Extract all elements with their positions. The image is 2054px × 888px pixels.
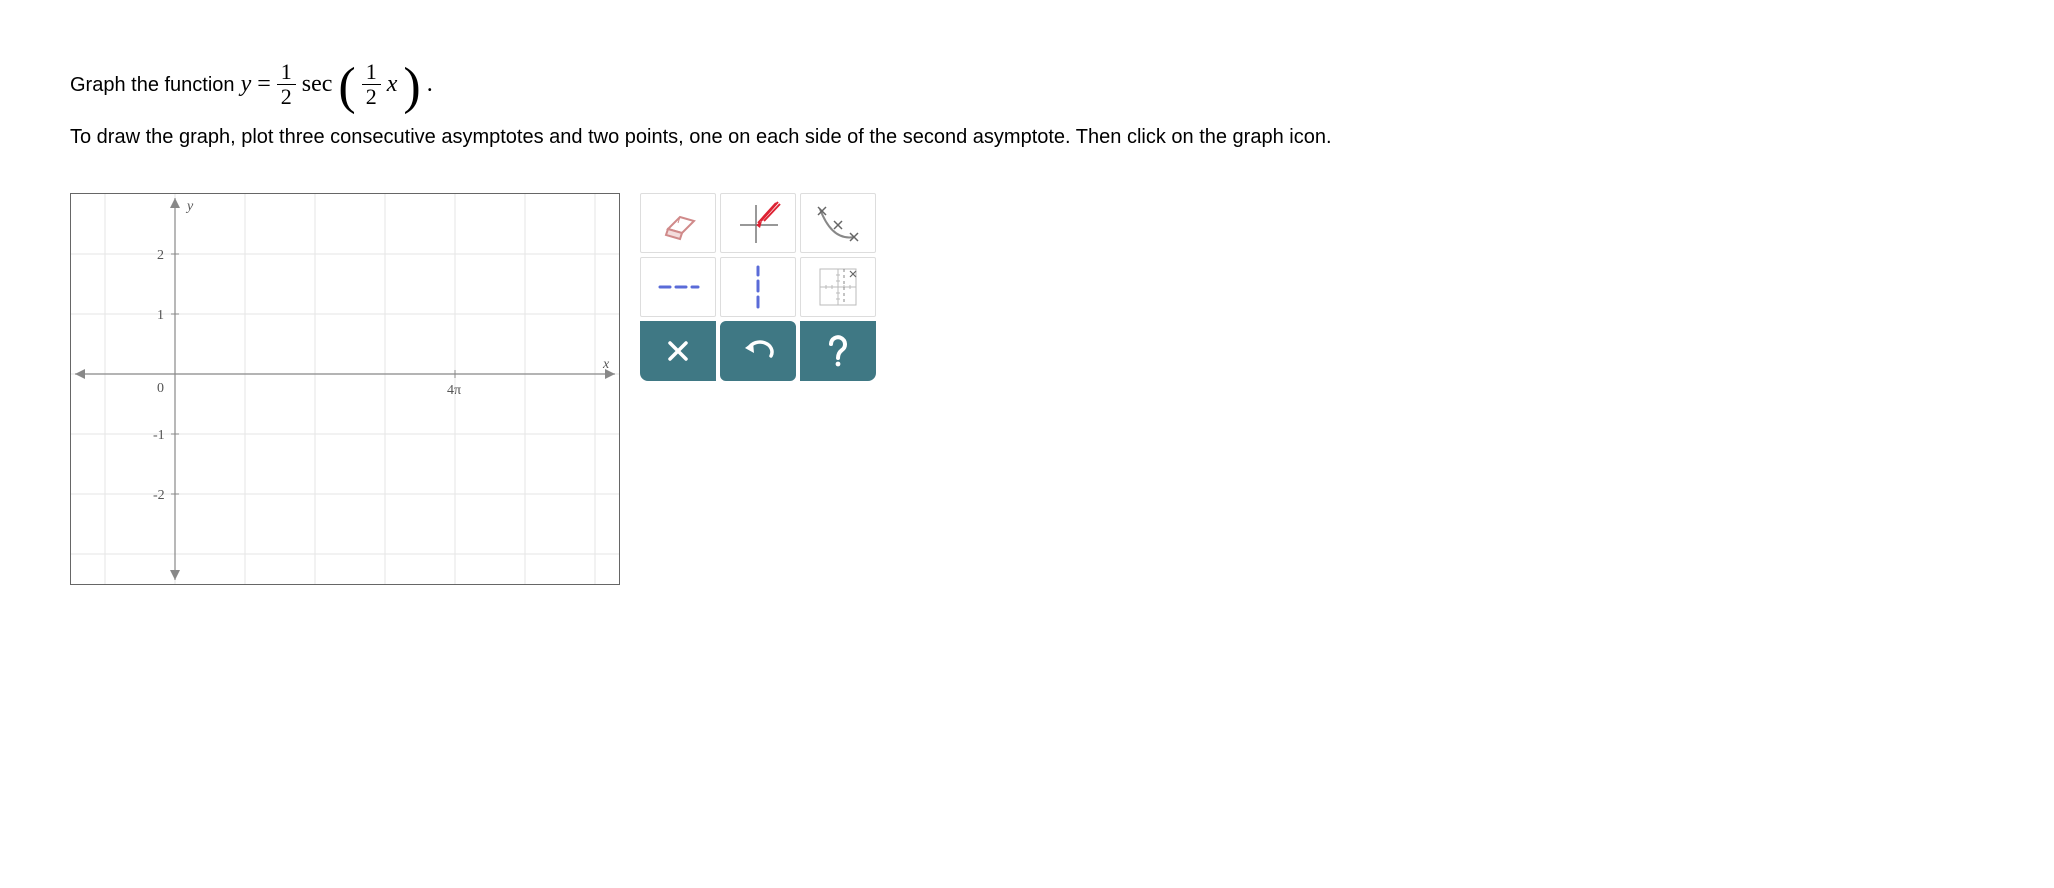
function-name: sec [302, 65, 333, 103]
horizontal-asymptote-icon [654, 277, 702, 297]
work-area: y x 2 1 0 -1 -2 4π [70, 193, 1984, 585]
coefficient-fraction: 1 2 [277, 60, 296, 109]
right-paren: ) [403, 69, 420, 105]
period: . [427, 65, 433, 103]
y-tick-2: 2 [157, 248, 164, 263]
equals-sign: = [257, 65, 271, 103]
y-tick-neg1: -1 [153, 428, 165, 443]
question-prefix: Graph the function [70, 69, 235, 101]
graph-curve-tool[interactable] [800, 257, 876, 317]
y-tick-1: 1 [157, 308, 164, 323]
eraser-tool[interactable] [640, 193, 716, 253]
eraser-icon [654, 203, 702, 243]
arg-denominator: 2 [362, 84, 381, 109]
pencil-tool[interactable] [720, 193, 796, 253]
argument-fraction: 1 2 [362, 60, 381, 109]
vertical-asymptote-tool[interactable] [720, 257, 796, 317]
coeff-denominator: 2 [277, 84, 296, 109]
question-equation-line: Graph the function y = 1 2 sec ( 1 2 x )… [70, 60, 1984, 109]
graph-curve-icon [814, 263, 862, 311]
drawing-toolbar [640, 193, 876, 381]
vertical-asymptote-icon [748, 263, 768, 311]
x-axis-label: x [602, 357, 610, 372]
left-paren: ( [338, 69, 355, 105]
close-icon [664, 337, 692, 365]
variable-y: y [241, 65, 252, 103]
undo-icon [741, 338, 775, 364]
undo-button[interactable] [720, 321, 796, 381]
graph-canvas[interactable]: y x 2 1 0 -1 -2 4π [70, 193, 620, 585]
y-tick-neg2: -2 [153, 488, 165, 503]
horizontal-asymptote-tool[interactable] [640, 257, 716, 317]
clear-button[interactable] [640, 321, 716, 381]
y-tick-0: 0 [157, 381, 164, 396]
pencil-icon [734, 199, 782, 247]
question-instructions: To draw the graph, plot three consecutiv… [70, 121, 1984, 153]
y-axis-label: y [185, 199, 194, 214]
help-button[interactable] [800, 321, 876, 381]
variable-x: x [387, 65, 398, 103]
arg-numerator: 1 [362, 60, 381, 84]
coordinate-plane-svg: y x 2 1 0 -1 -2 4π [71, 194, 619, 584]
coeff-numerator: 1 [277, 60, 296, 84]
points-curve-tool[interactable] [800, 193, 876, 253]
question-page: Graph the function y = 1 2 sec ( 1 2 x )… [0, 0, 2054, 625]
points-tool-icon [814, 199, 862, 247]
x-tick-4pi: 4π [447, 383, 461, 398]
help-icon [825, 334, 851, 368]
